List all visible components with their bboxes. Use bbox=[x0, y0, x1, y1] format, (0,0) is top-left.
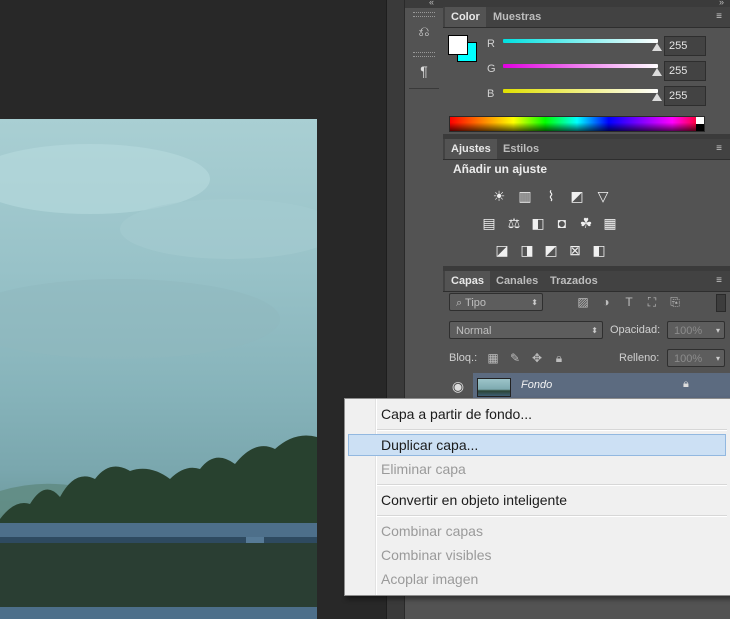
smart-object-filter-icon[interactable]: ⎘ bbox=[667, 294, 683, 310]
layer-row-fondo[interactable]: ◉ Fondo 🔒︎ bbox=[443, 373, 730, 399]
menu-item-combinar-visibles[interactable]: Combinar visibles bbox=[381, 547, 491, 563]
channel-r-value[interactable]: 255 bbox=[664, 36, 706, 56]
menu-item-eliminar-capa[interactable]: Eliminar capa bbox=[381, 461, 466, 477]
tab-muestras[interactable]: Muestras bbox=[487, 7, 547, 27]
menu-separator bbox=[377, 515, 727, 517]
type-filter-icon[interactable]: T bbox=[621, 294, 637, 310]
search-icon: ⌕ bbox=[456, 297, 466, 309]
visibility-eye-icon[interactable]: ◉ bbox=[443, 373, 473, 399]
menu-item-combinar-capas[interactable]: Combinar capas bbox=[381, 523, 483, 539]
fill-field[interactable]: 100% ▾ bbox=[667, 349, 725, 367]
panel-menu-icon[interactable]: ≡ bbox=[712, 274, 726, 288]
channel-b-slider[interactable] bbox=[503, 89, 658, 93]
layer-filter-label: Tipo bbox=[465, 297, 487, 309]
color-panel-tabbar: Color Muestras ≡ bbox=[443, 7, 730, 28]
vibrance-icon[interactable]: ▽ bbox=[594, 187, 612, 205]
panel-menu-icon[interactable]: ≡ bbox=[712, 142, 726, 156]
layer-filter-dropdown[interactable]: ⌕ Tipo ⬍ bbox=[449, 293, 543, 311]
levels-icon[interactable]: ▥ bbox=[516, 187, 534, 205]
lock-icon: 🔒︎ bbox=[683, 378, 689, 390]
photo-scene bbox=[0, 144, 317, 619]
strip-grip-handle[interactable] bbox=[413, 12, 435, 17]
posterize-icon[interactable]: ◨ bbox=[518, 241, 536, 259]
channel-r-slider[interactable] bbox=[503, 39, 658, 43]
channel-b-thumb[interactable] bbox=[652, 93, 662, 101]
filter-toggle[interactable] bbox=[716, 294, 726, 312]
history-icon[interactable]: ⎌ bbox=[413, 20, 435, 42]
tab-canales[interactable]: Canales bbox=[490, 271, 544, 291]
fill-value: 100% bbox=[674, 353, 703, 365]
adjustment-filter-icon[interactable]: ◑ bbox=[598, 294, 614, 310]
layer-name[interactable]: Fondo bbox=[521, 379, 552, 391]
tab-estilos[interactable]: Estilos bbox=[497, 139, 545, 159]
chevron-down-icon: ▾ bbox=[715, 326, 720, 335]
opacity-field[interactable]: 100% ▾ bbox=[667, 321, 725, 339]
channel-g-value[interactable]: 255 bbox=[664, 61, 706, 81]
selective-color-icon[interactable]: ⊠ bbox=[566, 241, 584, 259]
fill-label: Relleno: bbox=[619, 352, 660, 364]
spectrum-black-swatch[interactable] bbox=[696, 124, 704, 131]
channel-g-slider[interactable] bbox=[503, 64, 658, 68]
tab-ajustes[interactable]: Ajustes bbox=[445, 139, 497, 159]
foreground-color-swatch[interactable] bbox=[448, 35, 468, 55]
channel-b-value[interactable]: 255 bbox=[664, 86, 706, 106]
menu-separator bbox=[377, 484, 727, 486]
layer-thumbnail bbox=[477, 378, 511, 397]
brightness-icon[interactable]: ☀ bbox=[490, 187, 508, 205]
lock-position-icon[interactable]: ✥ bbox=[529, 350, 545, 366]
black-white-icon[interactable]: ◧ bbox=[529, 214, 547, 232]
channel-b-label: B bbox=[487, 88, 495, 100]
spectrum-white-swatch[interactable] bbox=[696, 117, 704, 124]
blend-mode-dropdown[interactable]: Normal ⬍ bbox=[449, 321, 603, 339]
menu-item-duplicar-capa[interactable]: Duplicar capa... bbox=[381, 437, 478, 453]
updown-arrow-icon: ⬍ bbox=[591, 326, 598, 335]
invert-icon[interactable]: ◪ bbox=[493, 241, 511, 259]
color-spectrum-bar[interactable] bbox=[449, 116, 705, 132]
color-balance-icon[interactable]: ⚖ bbox=[505, 214, 523, 232]
lock-image-icon[interactable]: ✎ bbox=[507, 350, 523, 366]
photo-image[interactable] bbox=[0, 119, 317, 619]
character-paragraph-icon[interactable]: ¶ bbox=[413, 60, 435, 82]
expand-arrows-icon[interactable]: » bbox=[719, 0, 724, 7]
lock-transparent-icon[interactable]: ▦ bbox=[485, 350, 501, 366]
lock-label: Bloq.: bbox=[449, 352, 478, 364]
menu-separator bbox=[377, 429, 727, 431]
channel-r-thumb[interactable] bbox=[652, 43, 662, 51]
photo-filter-icon[interactable]: ◘ bbox=[553, 214, 571, 232]
updown-arrow-icon: ⬍ bbox=[531, 298, 538, 307]
tab-trazados[interactable]: Trazados bbox=[544, 271, 604, 291]
chevron-down-icon: ▾ bbox=[715, 354, 720, 363]
opacity-value: 100% bbox=[674, 325, 703, 337]
tab-capas[interactable]: Capas bbox=[445, 271, 491, 291]
hue-saturation-icon[interactable]: ▤ bbox=[480, 214, 498, 232]
tab-color[interactable]: Color bbox=[445, 7, 486, 27]
blend-mode-value: Normal bbox=[456, 325, 492, 337]
exposure-icon[interactable]: ◩ bbox=[568, 187, 586, 205]
layers-panel-tabbar: Capas Canales Trazados ≡ bbox=[443, 271, 730, 292]
menu-item-capa-a-partir-de-fondo[interactable]: Capa a partir de fondo... bbox=[381, 406, 532, 422]
curves-icon[interactable]: ⌇ bbox=[542, 187, 560, 205]
channel-g-thumb[interactable] bbox=[652, 68, 662, 76]
context-menu: Capa a partir de fondo... Duplicar capa.… bbox=[344, 398, 730, 596]
channel-mixer-icon[interactable]: ☘ bbox=[577, 214, 595, 232]
pixel-filter-icon[interactable]: ▨ bbox=[575, 294, 591, 310]
adjust-panel-tabbar: Ajustes Estilos ≡ bbox=[443, 139, 730, 160]
menu-item-convertir-objeto-inteligente[interactable]: Convertir en objeto inteligente bbox=[381, 492, 567, 508]
collapse-arrows-icon[interactable]: « bbox=[429, 0, 434, 7]
panel-menu-icon[interactable]: ≡ bbox=[712, 10, 726, 24]
channel-r-label: R bbox=[487, 38, 495, 50]
shape-filter-icon[interactable]: ⛶ bbox=[644, 294, 660, 310]
gradient-map-icon[interactable]: ◧ bbox=[590, 241, 608, 259]
strip-header: « bbox=[405, 0, 443, 8]
channel-g-label: G bbox=[487, 63, 496, 75]
strip-divider bbox=[409, 88, 439, 89]
opacity-label: Opacidad: bbox=[610, 324, 661, 336]
menu-item-acoplar-imagen[interactable]: Acoplar imagen bbox=[381, 571, 478, 587]
lock-all-icon[interactable]: 🔒︎ bbox=[551, 350, 567, 366]
adjust-heading: Añadir un ajuste bbox=[453, 162, 548, 176]
threshold-icon[interactable]: ◩ bbox=[542, 241, 560, 259]
strip-grip-handle-2[interactable] bbox=[413, 52, 435, 57]
color-lookup-icon[interactable]: ▦ bbox=[601, 214, 619, 232]
